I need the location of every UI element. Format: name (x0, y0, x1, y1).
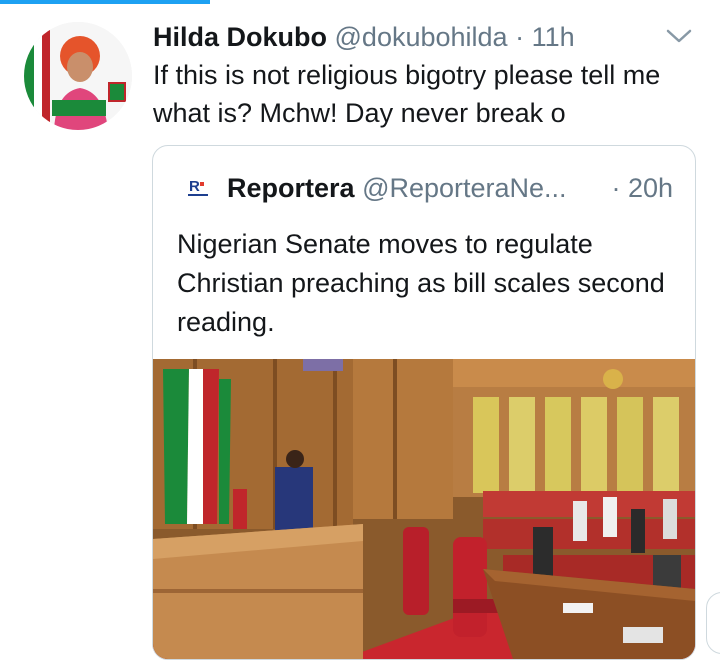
senate-photo[interactable] (153, 359, 695, 659)
quoted-tweet[interactable]: R Reportera @ReporteraNe... · 20h Nigeri… (152, 145, 696, 660)
chevron-down-icon[interactable] (664, 26, 694, 46)
svg-text:R: R (189, 178, 200, 195)
avatar-image (24, 22, 132, 130)
author-handle[interactable]: @dokubohilda (335, 22, 508, 52)
progress-bar (0, 0, 210, 4)
tweet-text: If this is not religious bigotry please … (153, 60, 661, 128)
reportera-logo-icon: R (186, 176, 210, 200)
floating-action-button[interactable] (706, 592, 720, 654)
avatar[interactable] (24, 22, 132, 130)
quoted-text: Nigerian Senate moves to regulate Christ… (177, 229, 665, 337)
author-name[interactable]: Hilda Dokubo (153, 22, 327, 52)
quoted-time[interactable]: · 20h (611, 168, 673, 208)
quoted-author-handle[interactable]: @ReporteraNe... (362, 173, 567, 203)
separator: · (515, 22, 525, 52)
quoted-author-name[interactable]: Reportera (227, 173, 355, 203)
tweet-header: Hilda Dokubo @dokubohilda · 11h (153, 17, 673, 57)
tweet-time[interactable]: 11h (532, 22, 575, 52)
